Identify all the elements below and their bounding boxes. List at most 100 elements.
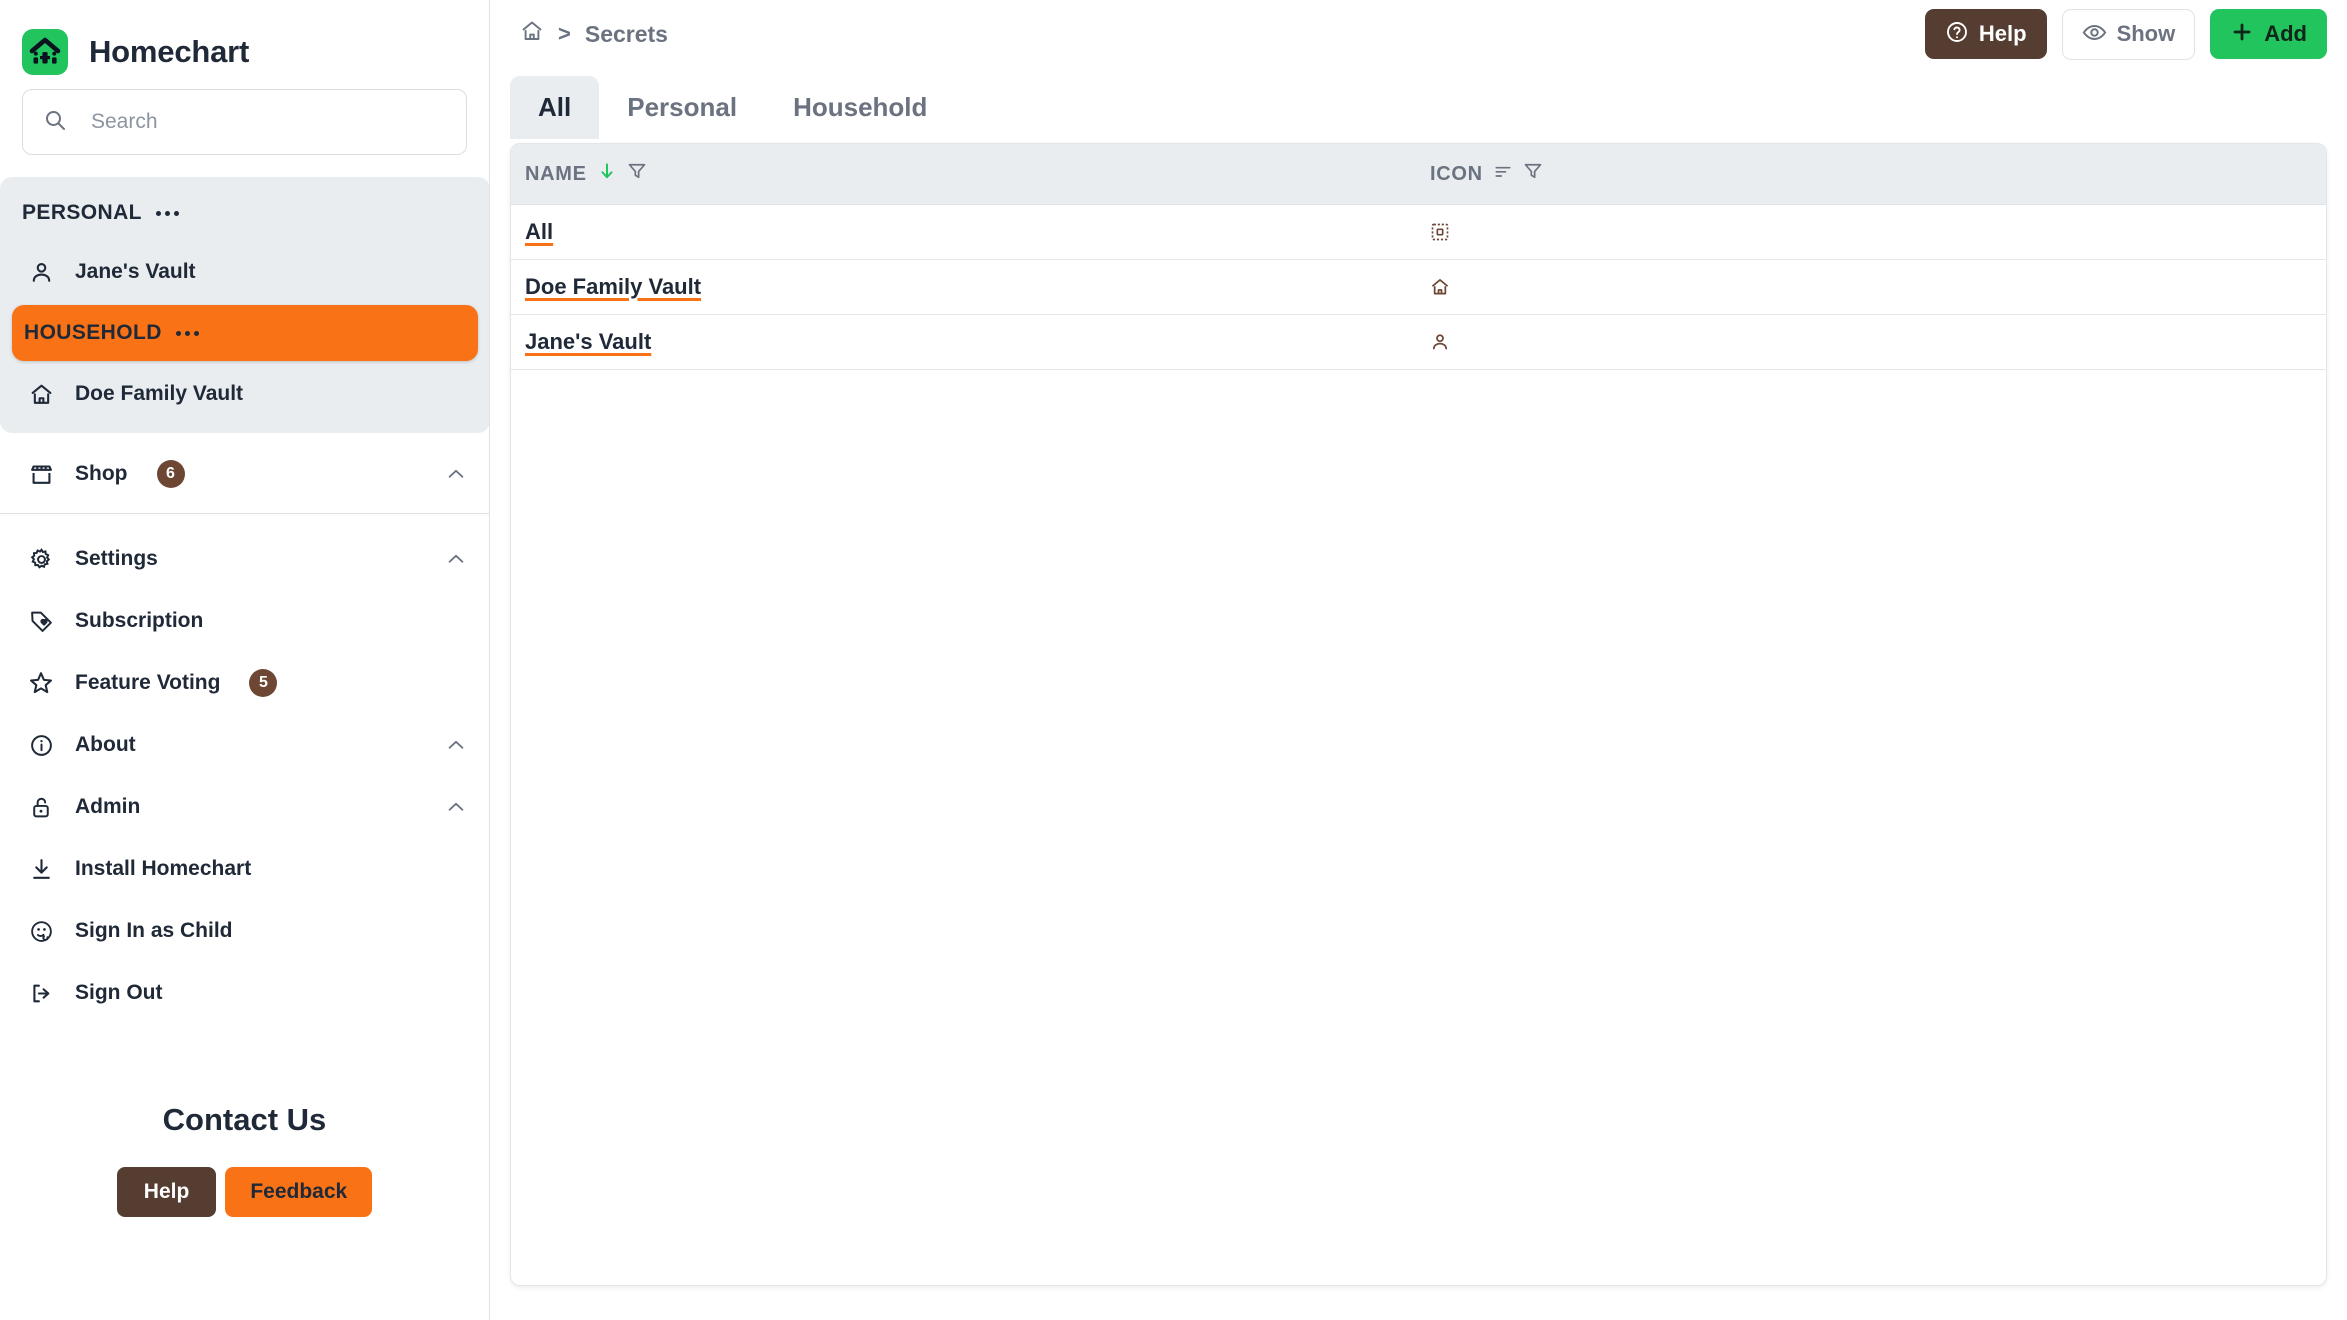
person-icon bbox=[28, 259, 54, 285]
contact-buttons: Help Feedback bbox=[0, 1167, 489, 1217]
column-header-name-label: NAME bbox=[525, 162, 587, 185]
sidebar-item-sign-in-as-child[interactable]: Sign In as Child bbox=[0, 900, 489, 962]
search-icon bbox=[43, 108, 67, 137]
unlock-icon bbox=[28, 794, 54, 820]
table-cell-icon bbox=[1416, 259, 2326, 315]
chevron-up-icon[interactable] bbox=[445, 796, 467, 818]
sidebar-help-button[interactable]: Help bbox=[116, 1167, 217, 1217]
brand-header: Homechart bbox=[0, 0, 489, 86]
table-row[interactable]: All bbox=[511, 204, 2326, 260]
add-button[interactable]: Add bbox=[2210, 9, 2327, 59]
table-cell-icon bbox=[1416, 204, 2326, 260]
show-button[interactable]: Show bbox=[2061, 8, 2196, 60]
brand-title: Homechart bbox=[89, 34, 250, 69]
table-cell-name: Doe Family Vault bbox=[511, 259, 1416, 315]
sidebar-item-admin[interactable]: Admin bbox=[0, 776, 489, 838]
gear-icon bbox=[28, 546, 54, 572]
sidebar-item-label: Feature Voting bbox=[75, 671, 221, 694]
shop-badge: 6 bbox=[156, 460, 185, 488]
contact-us-title: Contact Us bbox=[162, 1102, 327, 1137]
plus-icon bbox=[2230, 20, 2254, 48]
eye-icon bbox=[2082, 20, 2107, 49]
row-name-link[interactable]: All bbox=[525, 219, 553, 244]
nav-header-personal-label: PERSONAL bbox=[22, 201, 142, 224]
main-content: > Secrets Help Show Add All Personal Hou… bbox=[490, 0, 2347, 1320]
breadcrumb: > Secrets bbox=[520, 19, 668, 49]
house-icon[interactable] bbox=[520, 19, 544, 49]
column-header-icon[interactable]: ICON bbox=[1416, 144, 2326, 205]
house-icon bbox=[1430, 277, 2326, 297]
ellipsis-icon[interactable] bbox=[175, 330, 199, 336]
contact-us-section: Contact Us Help Feedback bbox=[0, 1102, 489, 1217]
sidebar-feedback-button[interactable]: Feedback bbox=[225, 1167, 373, 1217]
chevron-up-icon[interactable] bbox=[445, 463, 467, 485]
sidebar-item-sign-out[interactable]: Sign Out bbox=[0, 962, 489, 1024]
top-actions: Help Show Add bbox=[1924, 8, 2327, 60]
tab-bar: All Personal Household bbox=[490, 76, 2347, 139]
sidebar-item-label: Admin bbox=[75, 795, 141, 818]
search-container bbox=[0, 89, 489, 155]
sidebar-item-label: Shop bbox=[75, 462, 128, 485]
store-icon bbox=[28, 461, 54, 487]
secrets-table: NAME ICON All Doe Family Vault Jane's Va… bbox=[511, 144, 2326, 370]
sidebar-divider bbox=[0, 513, 489, 514]
sidebar-item-label: Doe Family Vault bbox=[75, 382, 244, 405]
add-button-label: Add bbox=[2264, 21, 2307, 46]
sidebar-item-label: Subscription bbox=[75, 609, 204, 632]
table-cell-name: All bbox=[511, 204, 1416, 260]
row-name-link[interactable]: Doe Family Vault bbox=[525, 274, 701, 299]
table-cell-name: Jane's Vault bbox=[511, 314, 1416, 370]
table-header-row: NAME ICON bbox=[511, 144, 2326, 205]
chevron-up-icon[interactable] bbox=[445, 548, 467, 570]
ellipsis-icon[interactable] bbox=[155, 210, 179, 216]
sidebar-item-label: About bbox=[75, 733, 136, 756]
sidebar-item-about[interactable]: About bbox=[0, 714, 489, 776]
feature-voting-badge: 5 bbox=[249, 669, 278, 697]
sidebar-menu-list: Settings Subscription Feature Voting 5 A… bbox=[0, 528, 489, 1024]
sidebar-item-shop[interactable]: Shop 6 bbox=[0, 445, 489, 503]
logout-icon bbox=[28, 980, 54, 1006]
show-button-label: Show bbox=[2116, 21, 2176, 46]
sidebar-item-feature-voting[interactable]: Feature Voting 5 bbox=[0, 652, 489, 714]
sidebar-item-install-homechart[interactable]: Install Homechart bbox=[0, 838, 489, 900]
child-face-icon bbox=[28, 918, 54, 944]
funnel-icon[interactable] bbox=[1523, 161, 1543, 187]
search-input[interactable] bbox=[91, 110, 446, 134]
question-circle-icon bbox=[1945, 20, 1969, 48]
sort-lines-icon[interactable] bbox=[1493, 161, 1513, 187]
tab-household[interactable]: Household bbox=[765, 76, 955, 139]
tab-all[interactable]: All bbox=[510, 76, 600, 139]
sidebar-item-janes-vault[interactable]: Jane's Vault bbox=[0, 243, 489, 301]
help-button[interactable]: Help bbox=[1924, 9, 2047, 59]
sidebar-item-settings[interactable]: Settings bbox=[0, 528, 489, 590]
sidebar-item-label: Settings bbox=[75, 547, 158, 570]
nav-header-household[interactable]: HOUSEHOLD bbox=[12, 305, 478, 361]
table-row[interactable]: Jane's Vault bbox=[511, 314, 2326, 370]
sidebar-item-label: Install Homechart bbox=[75, 857, 252, 880]
secrets-table-card: NAME ICON All Doe Family Vault Jane's Va… bbox=[510, 143, 2327, 1286]
vaults-panel: PERSONAL Jane's Vault HOUSEHOLD Doe Fami… bbox=[0, 177, 489, 433]
top-bar: > Secrets Help Show Add bbox=[490, 0, 2347, 68]
homechart-logo-icon bbox=[22, 29, 68, 75]
info-circle-icon bbox=[28, 732, 54, 758]
person-icon bbox=[1430, 332, 2326, 352]
table-row[interactable]: Doe Family Vault bbox=[511, 259, 2326, 315]
sidebar-item-label: Sign Out bbox=[75, 981, 163, 1004]
row-name-link[interactable]: Jane's Vault bbox=[525, 329, 651, 354]
sidebar-item-doe-family-vault[interactable]: Doe Family Vault bbox=[0, 365, 489, 423]
arrow-down-icon[interactable] bbox=[597, 161, 617, 187]
nav-header-personal[interactable]: PERSONAL bbox=[0, 183, 489, 243]
sidebar-item-subscription[interactable]: Subscription bbox=[0, 590, 489, 652]
tab-personal[interactable]: Personal bbox=[599, 76, 765, 139]
sidebar-item-label: Jane's Vault bbox=[75, 260, 196, 283]
breadcrumb-current: Secrets bbox=[584, 20, 668, 47]
funnel-icon[interactable] bbox=[627, 161, 647, 187]
search-box[interactable] bbox=[22, 89, 467, 155]
breadcrumb-separator: > bbox=[558, 21, 571, 46]
column-header-icon-label: ICON bbox=[1430, 162, 1483, 185]
sidebar-item-label: Sign In as Child bbox=[75, 919, 233, 942]
chevron-up-icon[interactable] bbox=[445, 734, 467, 756]
column-header-name[interactable]: NAME bbox=[511, 144, 1416, 205]
help-button-label: Help bbox=[1978, 21, 2027, 46]
nav-header-household-label: HOUSEHOLD bbox=[24, 321, 162, 344]
